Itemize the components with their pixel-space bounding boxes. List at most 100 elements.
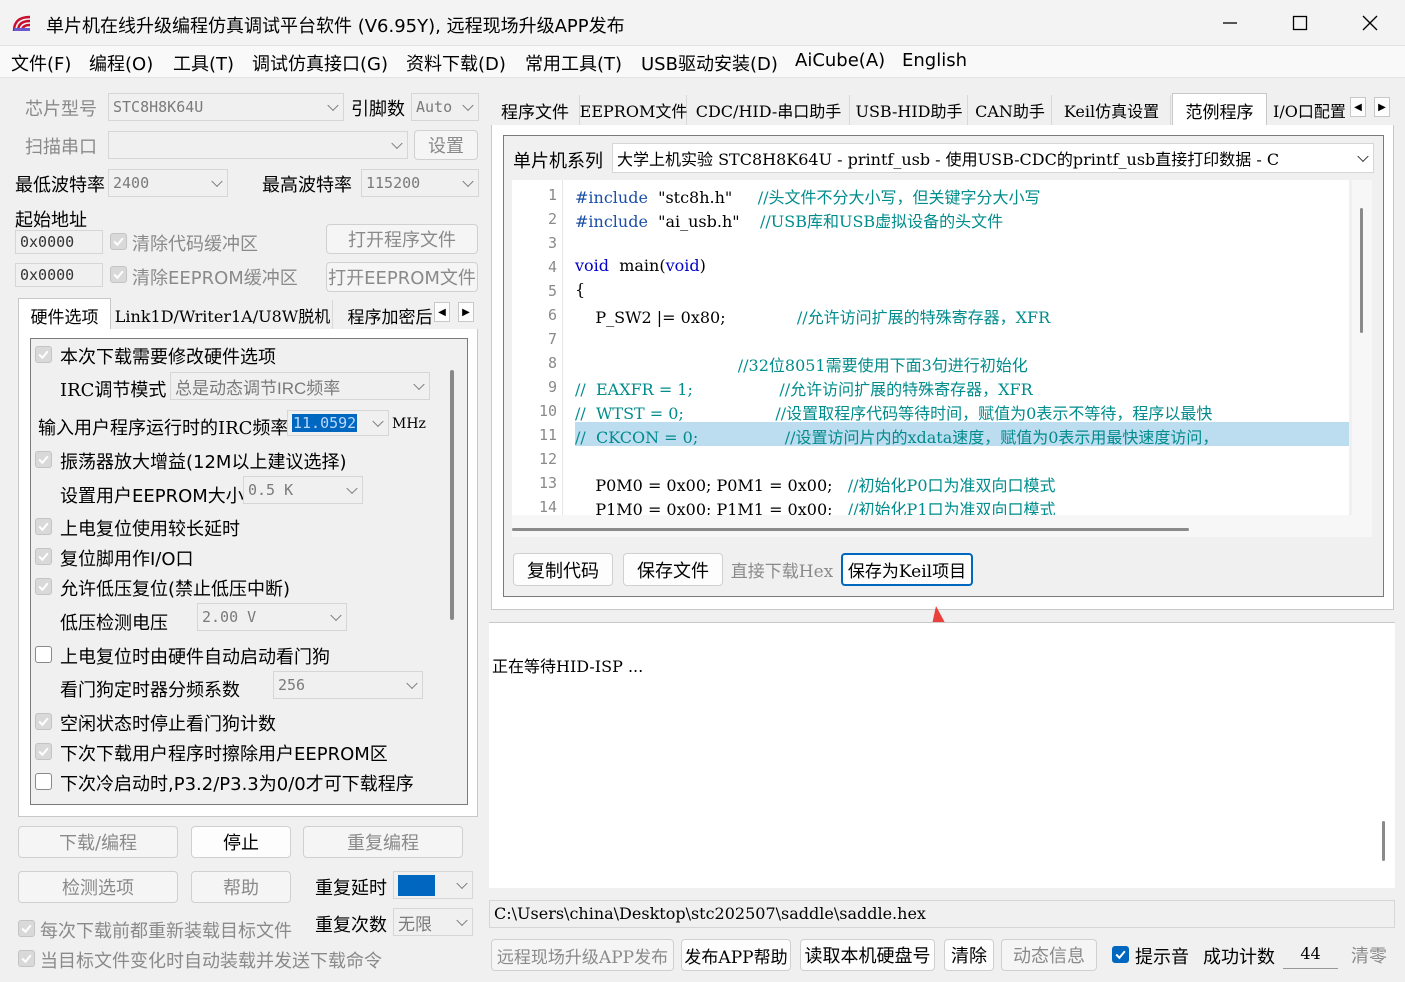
copy-code-button[interactable]: 复制代码 (513, 553, 613, 586)
wdt-auto-checkbox[interactable] (35, 646, 52, 663)
tab-scroll-right-button[interactable]: ▶ (458, 302, 474, 322)
code-vertical-scrollbar[interactable] (1352, 180, 1372, 515)
reset-io-checkbox[interactable] (35, 548, 52, 565)
log-text: 正在等待HID-ISP ... (492, 657, 644, 676)
tab-scroll-left-button[interactable]: ◀ (434, 302, 450, 322)
tab-offline[interactable]: Link1D/Writer1A/U8W脱机 (113, 300, 333, 330)
low-volt-reset-checkbox[interactable] (35, 578, 52, 595)
tab-encryption[interactable]: 程序加密后 (335, 300, 445, 330)
idle-stop-wdt-checkbox[interactable] (35, 713, 52, 730)
code-vscroll-thumb[interactable] (1360, 208, 1363, 333)
chip-type-select[interactable]: STC8H8K64U (108, 93, 344, 121)
app-help-button[interactable]: 发布APP帮助 (681, 939, 791, 971)
clear-eeprom-checkbox[interactable] (110, 266, 127, 283)
menu-usb-driver[interactable]: USB驱动安装(D) (641, 50, 778, 76)
reset-count-button[interactable]: 清零 (1345, 939, 1393, 971)
wdt-div-value: 256 (278, 676, 306, 694)
menu-download-docs[interactable]: 资料下载(D) (406, 50, 506, 76)
open-program-button[interactable]: 打开程序文件 (326, 224, 478, 254)
line-number: 5 (547, 282, 557, 300)
menu-english[interactable]: English (902, 50, 967, 71)
code-hscroll-thumb[interactable] (512, 528, 1189, 531)
auto-reload-checkbox[interactable] (18, 950, 35, 967)
tab-can[interactable]: CAN助手 (969, 95, 1052, 125)
log-scroll-thumb[interactable] (1382, 821, 1385, 861)
reset-io-label: 复位脚用作I/O口 (60, 549, 194, 570)
reprogram-button[interactable]: 重复编程 (303, 826, 463, 858)
dynamic-info-button[interactable]: 动态信息 (1001, 939, 1097, 971)
code-editor[interactable]: 1 #include "stc8h.h" //头文件不分大小写，但关键字分大小写 2… (512, 180, 1349, 515)
pin-count-select[interactable]: Auto (411, 93, 479, 121)
menu-tools[interactable]: 工具(T) (173, 50, 234, 76)
direct-download-hex-button[interactable]: 直接下载Hex (731, 553, 833, 586)
chevron-down-icon (1357, 150, 1369, 163)
code-horizontal-scrollbar[interactable] (512, 515, 1372, 537)
options-scroll-thumb[interactable] (450, 370, 454, 620)
eeprom-address-input[interactable]: 0x0000 (15, 263, 103, 287)
maximize-button[interactable] (1265, 0, 1335, 46)
repeat-delay-select[interactable]: 3 秒 (393, 871, 473, 899)
remote-upgrade-button[interactable]: 远程现场升级APP发布 (491, 939, 674, 971)
reload-each-checkbox[interactable] (18, 920, 35, 937)
check-icon (38, 582, 49, 592)
read-disk-button[interactable]: 读取本机硬盘号 (800, 939, 935, 971)
erase-eeprom-checkbox[interactable] (35, 743, 52, 760)
tab-eeprom-file[interactable]: EEPROM文件 (580, 95, 687, 125)
save-keil-project-button[interactable]: 保存为Keil项目 (841, 553, 973, 586)
right-tab-scroll-right-button[interactable]: ▶ (1374, 97, 1390, 117)
modify-hw-checkbox[interactable] (35, 346, 52, 363)
pin-count-value: Auto (416, 98, 453, 116)
close-button[interactable] (1335, 0, 1405, 46)
right-tab-scroll-left-button[interactable]: ◀ (1350, 97, 1366, 117)
wdt-div-select[interactable]: 256 (273, 671, 423, 699)
line-number: 9 (547, 378, 557, 396)
program-address-input[interactable]: 0x0000 (15, 230, 103, 254)
open-eeprom-button[interactable]: 打开EEPROM文件 (326, 262, 478, 292)
osc-gain-checkbox[interactable] (35, 451, 52, 468)
min-baud-select[interactable]: 2400 (108, 169, 228, 197)
code-line: P0M0 = 0x00; P0M1 = 0x00; //初始化P0口为准双向口模… (575, 476, 1056, 495)
chevron-down-icon (211, 175, 223, 188)
tab-usb-hid[interactable]: USB-HID助手 (851, 95, 968, 125)
settings-button[interactable]: 设置 (414, 130, 478, 160)
tab-hardware-options[interactable]: 硬件选项 (18, 298, 111, 331)
tab-cdc-hid-serial[interactable]: CDC/HID-串口助手 (688, 95, 850, 125)
tab-io-config[interactable]: I/O口配置 (1269, 95, 1349, 125)
stop-button[interactable]: 停止 (191, 826, 291, 858)
beep-label: 提示音 (1135, 947, 1189, 968)
right-tab-strip: 程序文件 EEPROM文件 CDC/HID-串口助手 USB-HID助手 CAN… (491, 93, 1394, 126)
clear-code-label: 清除代码缓冲区 (132, 234, 258, 255)
repeat-count-select[interactable]: 无限 (393, 908, 473, 936)
long-delay-checkbox[interactable] (35, 518, 52, 535)
modify-hw-label: 本次下载需要修改硬件选项 (60, 347, 276, 368)
irc-freq-select[interactable]: 11.0592 (287, 410, 389, 436)
menu-program[interactable]: 编程(O) (89, 50, 153, 76)
tab-examples[interactable]: 范例程序 (1172, 93, 1267, 126)
download-program-button[interactable]: 下载/编程 (18, 826, 178, 858)
help-button[interactable]: 帮助 (191, 871, 291, 903)
save-file-button[interactable]: 保存文件 (623, 553, 723, 586)
irc-mode-select[interactable]: 总是动态调节IRC频率 (170, 372, 430, 400)
clear-code-checkbox[interactable] (110, 233, 127, 250)
long-delay-label: 上电复位使用较长延时 (60, 519, 240, 540)
log-output[interactable]: 正在等待HID-ISP ... (489, 622, 1395, 888)
menu-aicube[interactable]: AiCube(A) (795, 50, 885, 71)
chevron-down-icon (462, 99, 474, 112)
minimize-button[interactable] (1195, 0, 1265, 46)
check-options-button[interactable]: 检测选项 (18, 871, 178, 903)
options-scrollbar[interactable] (446, 340, 464, 803)
eeprom-size-select[interactable]: 0.5 K (243, 476, 363, 504)
menu-common-tools[interactable]: 常用工具(T) (525, 50, 622, 76)
tab-program-file[interactable]: 程序文件 (491, 95, 580, 125)
menu-file[interactable]: 文件(F) (11, 50, 71, 76)
app-logo-icon (12, 13, 34, 33)
tab-keil-sim[interactable]: Keil仿真设置 (1053, 95, 1171, 125)
menu-debug[interactable]: 调试仿真接口(G) (252, 50, 388, 76)
serial-port-select[interactable] (108, 131, 408, 159)
clear-button[interactable]: 清除 (944, 939, 994, 971)
mcu-series-select[interactable]: 大学上机实验 STC8H8K64U - printf_usb - 使用USB-C… (612, 143, 1374, 173)
cold-boot-checkbox[interactable] (35, 773, 52, 790)
beep-checkbox[interactable] (1112, 946, 1129, 963)
low-volt-select[interactable]: 2.00 V (197, 603, 347, 631)
max-baud-select[interactable]: 115200 (361, 169, 479, 197)
